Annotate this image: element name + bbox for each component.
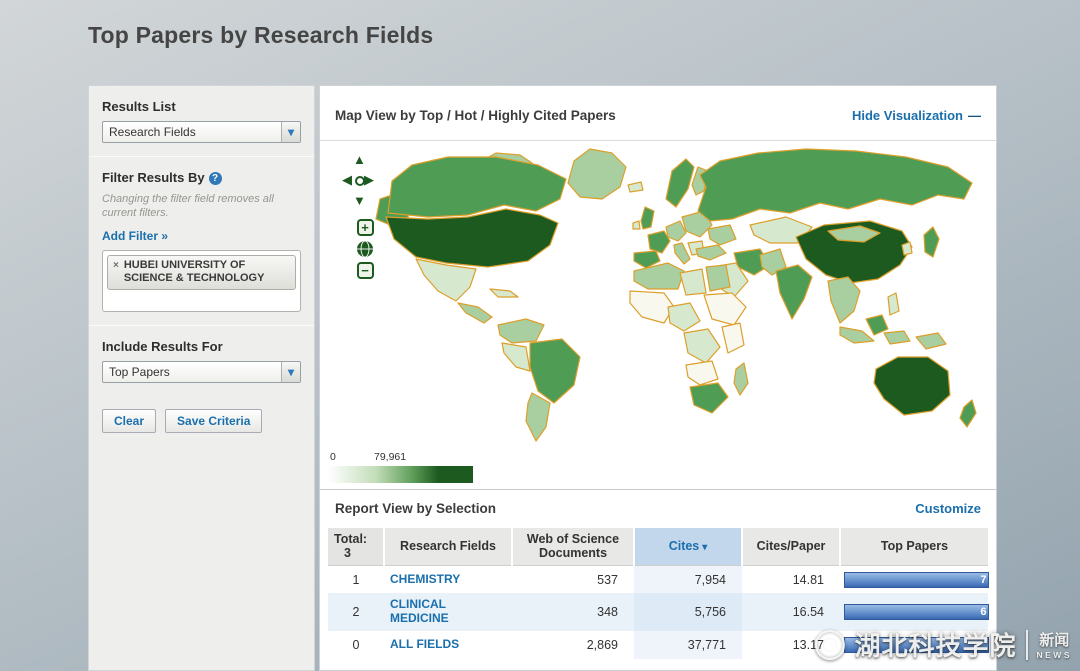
report-table-wrap: Total: 3 Research Fields Web of Science …	[320, 526, 996, 659]
clear-button[interactable]: Clear	[102, 408, 157, 433]
pan-up-icon[interactable]: ▲	[353, 153, 366, 166]
chevron-down-icon: ▾	[281, 361, 300, 382]
watermark-divider	[1025, 629, 1028, 660]
include-results-value: Top Papers	[109, 364, 170, 379]
sidebar-buttons: Clear Save Criteria	[102, 408, 301, 433]
report-view-title: Report View by Selection	[335, 500, 497, 516]
watermark-news-cn: 新闻	[1039, 632, 1070, 649]
sort-desc-icon: ▾	[702, 542, 708, 554]
remove-filter-icon[interactable]: ×	[113, 260, 119, 273]
top-papers-bar	[844, 636, 990, 653]
map-controls: ▲ ◀ ▶ ▼ + −	[342, 153, 382, 279]
world-map[interactable]	[320, 141, 996, 451]
total-label: Total:	[334, 532, 368, 546]
total-value: 3	[344, 546, 351, 561]
cites-cell: 7,954	[634, 565, 742, 594]
zoom-out-button[interactable]: −	[356, 262, 374, 279]
table-row: 0 ALL FIELDS 2,869 37,771 13.17	[328, 630, 990, 659]
zoom-in-button[interactable]: +	[356, 219, 374, 236]
filter-tag: × HUBEI UNIVERSITY OF SCIENCE & TECHNOLO…	[107, 254, 296, 291]
pan-down-icon[interactable]: ▼	[353, 194, 366, 207]
cites-cell: 37,771	[634, 630, 742, 659]
customize-link[interactable]: Customize	[915, 501, 981, 516]
top-papers-bar: 6	[844, 604, 990, 621]
add-filter-link[interactable]: Add Filter »	[102, 229, 168, 243]
content-area: Results List Research Fields ▾ Filter Re…	[88, 85, 997, 671]
column-header-research-fields[interactable]: Research Fields	[383, 528, 512, 566]
results-list-label: Results List	[102, 99, 176, 114]
table-row: 1 CHEMISTRY 537 7,954 14.81 7	[328, 565, 990, 594]
rank-cell: 1	[352, 572, 360, 587]
help-icon[interactable]: ?	[208, 172, 222, 185]
column-header-cites-per-paper[interactable]: Cites/Paper	[741, 528, 840, 566]
hide-visualization-link[interactable]: Hide Visualization —	[852, 108, 981, 123]
save-criteria-button[interactable]: Save Criteria	[165, 408, 263, 433]
hide-visualization-label: Hide Visualization	[851, 107, 963, 123]
documents-cell: 537	[597, 572, 618, 587]
results-list-select[interactable]: Research Fields ▾	[102, 121, 301, 143]
column-header-top-papers[interactable]: Top Papers	[839, 528, 988, 566]
results-list-value: Research Fields	[109, 125, 196, 139]
pan-left-icon[interactable]: ◀	[342, 173, 352, 186]
map-pan-control: ▲ ◀ ▶ ▼	[342, 153, 378, 211]
column-header-wos-documents[interactable]: Web of Science Documents	[511, 528, 634, 566]
sidebar-divider	[89, 324, 314, 326]
table-header-row: Total: 3 Research Fields Web of Science …	[328, 528, 988, 566]
sidebar-divider	[89, 156, 314, 157]
chevron-down-icon: ▾	[281, 122, 300, 142]
filter-note: Changing the filter field removes all cu…	[102, 193, 274, 220]
include-results-label: Include Results For	[102, 338, 223, 354]
cites-per-paper-cell: 14.81	[792, 572, 824, 587]
documents-cell: 348	[597, 605, 618, 620]
filter-box: × HUBEI UNIVERSITY OF SCIENCE & TECHNOLO…	[102, 249, 301, 312]
page-title: Top Papers by Research Fields	[88, 22, 434, 48]
minus-icon: —	[968, 107, 981, 123]
filter-tag-label: HUBEI UNIVERSITY OF SCIENCE & TECHNOLOGY	[123, 258, 265, 285]
legend-max-label: 79,961	[374, 451, 407, 463]
pan-center-icon[interactable]	[355, 176, 365, 186]
rank-cell: 2	[352, 605, 360, 620]
cites-label: Cites	[668, 539, 700, 554]
report-table: Total: 3 Research Fields Web of Science …	[328, 528, 990, 659]
field-link[interactable]: ALL FIELDS	[390, 638, 459, 652]
pan-right-icon[interactable]: ▶	[364, 173, 374, 186]
globe-icon[interactable]	[356, 240, 374, 258]
map-legend: 0 79,961	[328, 451, 480, 483]
include-results-select[interactable]: Top Papers ▾	[102, 360, 301, 383]
top-papers-bar: 7	[844, 571, 990, 588]
main-panel: Map View by Top / Hot / Highly Cited Pap…	[319, 85, 997, 671]
documents-cell: 2,869	[586, 637, 618, 652]
map-zoom-controls: + −	[348, 219, 382, 279]
rank-cell: 0	[352, 637, 360, 652]
watermark-news-en: NEWS	[1036, 650, 1072, 660]
total-header: Total: 3	[328, 528, 384, 566]
cites-per-paper-cell: 16.54	[792, 605, 824, 620]
legend-min-label: 0	[330, 451, 336, 463]
field-link[interactable]: CLINICAL MEDICINE	[390, 597, 506, 626]
field-link[interactable]: CHEMISTRY	[390, 572, 460, 587]
cites-cell: 5,756	[634, 593, 742, 631]
column-header-cites[interactable]: Cites ▾	[633, 528, 742, 566]
legend-gradient-bar	[328, 466, 473, 483]
filter-results-label-text: Filter Results By	[102, 170, 205, 185]
world-countries[interactable]	[375, 148, 977, 442]
map-area: ▲ ◀ ▶ ▼ + − 0 79,961	[320, 141, 996, 489]
map-view-header: Map View by Top / Hot / Highly Cited Pap…	[320, 86, 996, 141]
report-view-header: Report View by Selection Customize	[320, 489, 996, 526]
table-row: 2 CLINICAL MEDICINE 348 5,756 16.54 6	[328, 593, 990, 631]
map-view-title: Map View by Top / Hot / Highly Cited Pap…	[335, 107, 616, 123]
filter-results-label: Filter Results By?	[102, 170, 301, 185]
cites-per-paper-cell: 13.17	[792, 637, 824, 652]
sidebar: Results List Research Fields ▾ Filter Re…	[88, 85, 315, 671]
watermark-news: 新闻 NEWS	[1037, 629, 1073, 660]
